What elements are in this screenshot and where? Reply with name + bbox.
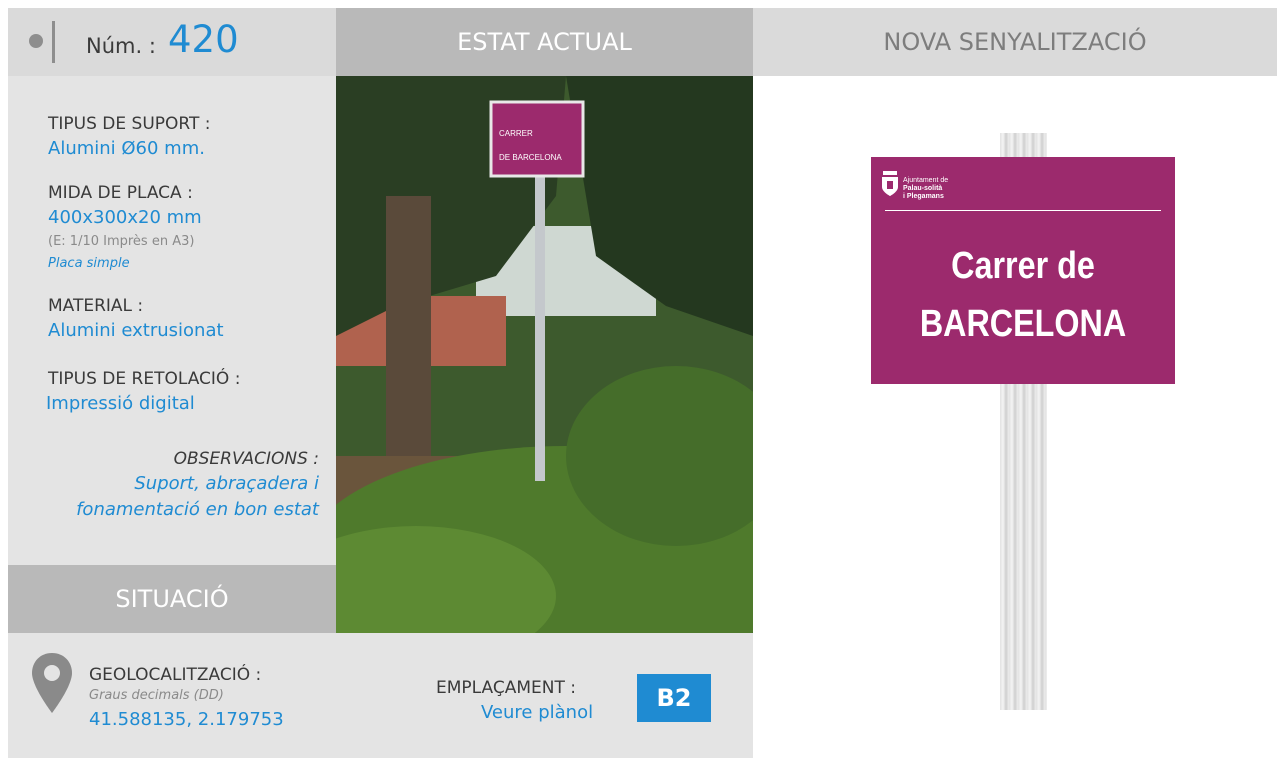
geolocation-format: Graus decimals (DD)	[89, 688, 224, 703]
location-code-badge: B2	[637, 674, 711, 722]
geolocation-label: GEOLOCALITZACIÓ :	[89, 665, 262, 685]
plate-size-label: MIDA DE PLACA :	[48, 183, 193, 203]
number-value: 420	[168, 18, 239, 61]
new-street-sign: Ajuntament de Palau-solità i Plegamans C…	[871, 157, 1175, 384]
photo-sign-text-2: DE BARCELONA	[499, 153, 562, 162]
divider	[52, 21, 55, 63]
view-map-link[interactable]: Veure plànol	[481, 702, 593, 723]
photo-illustration: CARRER DE BARCELONA	[336, 76, 753, 633]
support-label: TIPUS DE SUPORT :	[48, 114, 211, 134]
lettering-value: Impressió digital	[46, 393, 195, 414]
map-pin-icon	[32, 653, 72, 713]
municipal-crest-icon	[882, 171, 898, 196]
sign-street-line-2: BARCELONA	[919, 303, 1127, 345]
geolocation-value: 41.588135, 2.179753	[89, 709, 284, 730]
location-label: EMPLAÇAMENT :	[436, 678, 576, 698]
plate-size-value: 400x300x20 mm	[48, 207, 202, 228]
current-state-photo: CARRER DE BARCELONA	[336, 76, 753, 633]
observations-label: OBSERVACIONS :	[173, 449, 319, 469]
situation-header: SITUACIÓ	[8, 565, 336, 633]
observations-line-1: Suport, abraçadera i	[134, 473, 319, 494]
material-value: Alumini extrusionat	[48, 320, 224, 341]
new-signage-header: NOVA SENYALITZACIÓ	[753, 8, 1277, 76]
sign-divider	[885, 210, 1161, 211]
current-state-header: ESTAT ACTUAL	[336, 8, 753, 76]
observations-line-2: fonamentació en bon estat	[76, 499, 319, 520]
lettering-label: TIPUS DE RETOLACIÓ :	[48, 369, 241, 389]
bullet-icon	[29, 34, 43, 48]
sign-street-line-1: Carrer de	[951, 245, 1095, 287]
plate-scale-note: (E: 1/10 Imprès en A3)	[48, 234, 195, 249]
municipality-name: Ajuntament de Palau-solità i Plegamans	[903, 177, 949, 200]
material-label: MATERIAL :	[48, 296, 144, 316]
number-label: Núm. :	[86, 34, 156, 58]
support-value: Alumini Ø60 mm.	[48, 138, 205, 159]
plate-type: Placa simple	[48, 256, 130, 271]
photo-sign-text-1: CARRER	[499, 129, 533, 138]
